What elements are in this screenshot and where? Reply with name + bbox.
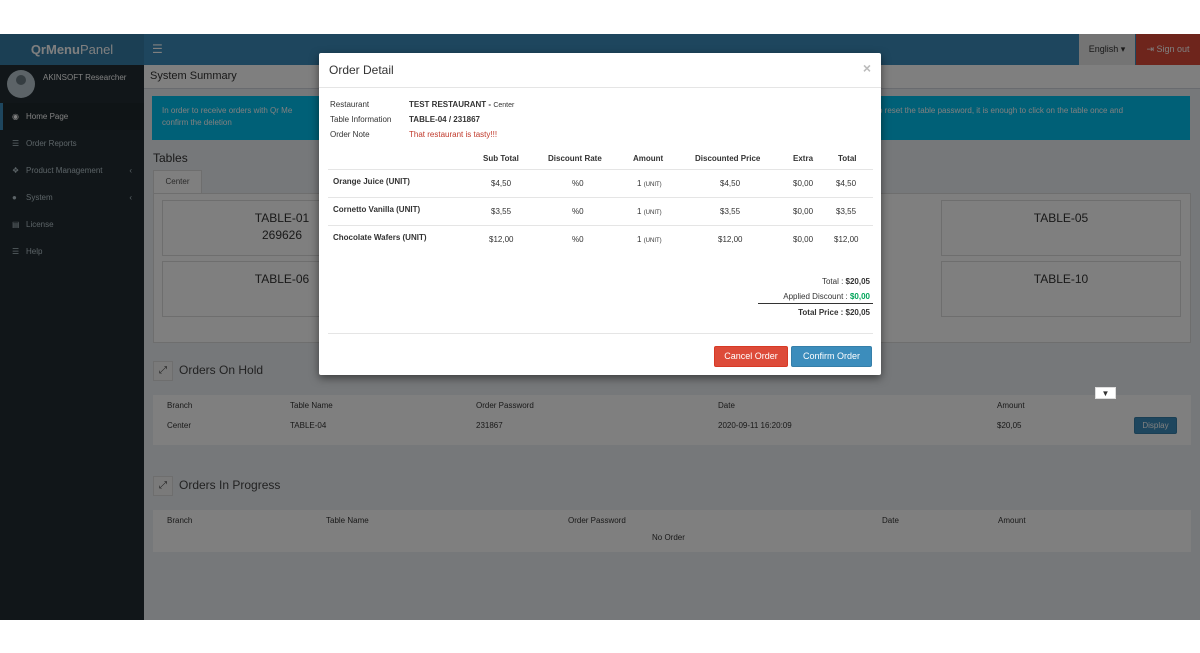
item-amount: 1 (UNIT) (637, 207, 662, 216)
total-row: Total : $20,05 (821, 277, 870, 286)
close-icon[interactable]: × (863, 60, 871, 76)
order-detail-modal: Order Detail × Restaurant TEST RESTAURAN… (319, 53, 881, 375)
item-total: $4,50 (836, 179, 857, 188)
item-extra: $0,00 (793, 207, 814, 216)
restaurant-value: TEST RESTAURANT - Center (409, 100, 515, 109)
divider (328, 225, 873, 226)
item-extra: $0,00 (793, 179, 814, 188)
caret-down-icon[interactable]: ▼ (1095, 387, 1116, 399)
item-amount: 1 (UNIT) (637, 179, 662, 188)
table-info-label: Table Information (330, 115, 392, 124)
order-note-label: Order Note (330, 130, 370, 139)
item-discounted-price: $3,55 (720, 207, 741, 216)
item-discount-rate: %0 (572, 235, 584, 244)
restaurant-label: Restaurant (330, 100, 370, 109)
total-price-row: Total Price : $20,05 (798, 308, 870, 317)
item-total: $12,00 (834, 235, 859, 244)
confirm-order-button[interactable]: Confirm Order (791, 346, 872, 367)
modal-title: Order Detail (329, 63, 394, 77)
item-name: Cornetto Vanilla (UNIT) (333, 205, 421, 214)
item-extra: $0,00 (793, 235, 814, 244)
divider (328, 169, 873, 170)
applied-discount-row: Applied Discount : $0,00 (783, 292, 870, 301)
item-name: Chocolate Wafers (UNIT) (333, 233, 427, 242)
order-note-value: That restaurant is tasty!!! (409, 130, 498, 139)
item-subtotal: $12,00 (489, 235, 514, 244)
item-discounted-price: $4,50 (720, 179, 741, 188)
column-header: Sub Total (483, 154, 519, 163)
column-header: Discounted Price (695, 154, 761, 163)
table-info-value: TABLE-04 / 231867 (409, 115, 480, 124)
column-header: Discount Rate (548, 154, 602, 163)
item-discounted-price: $12,00 (718, 235, 743, 244)
item-total: $3,55 (836, 207, 857, 216)
app-window: QrMenuPanel ☰ English ▾ ⇥ Sign out AKINS… (0, 34, 1200, 620)
column-header: Amount (633, 154, 664, 163)
cancel-order-button[interactable]: Cancel Order (714, 346, 788, 367)
item-amount: 1 (UNIT) (637, 235, 662, 244)
item-discount-rate: %0 (572, 207, 584, 216)
column-header: Extra (793, 154, 814, 163)
item-subtotal: $3,55 (491, 207, 512, 216)
divider (328, 197, 873, 198)
divider (758, 303, 873, 304)
item-subtotal: $4,50 (491, 179, 512, 188)
modal-header: Order Detail × (319, 53, 881, 88)
item-name: Orange Juice (UNIT) (333, 177, 410, 186)
column-header: Total (838, 154, 857, 163)
divider (328, 333, 873, 334)
item-discount-rate: %0 (572, 179, 584, 188)
